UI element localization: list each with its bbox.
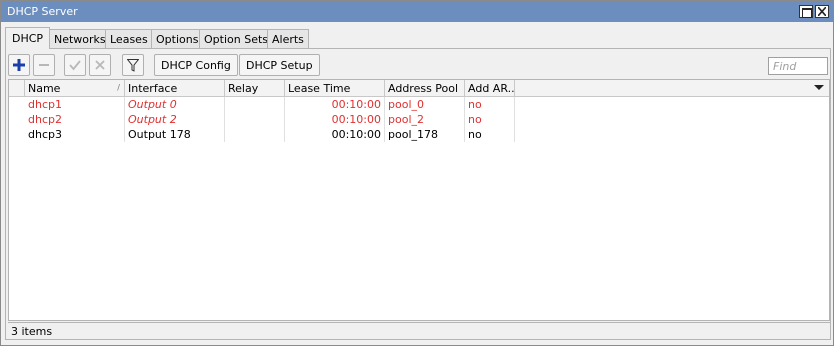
cell-lease-time: 00:10:00 (285, 97, 385, 112)
column-header-relay[interactable]: Relay (225, 80, 285, 97)
cell-interface: Output 178 (125, 127, 225, 142)
cell-address-pool: pool_178 (385, 127, 465, 142)
header-spacer (9, 80, 25, 97)
title-bar[interactable]: DHCP Server (1, 1, 833, 22)
cell-relay (225, 97, 285, 112)
x-icon (95, 60, 105, 70)
column-header-add-arp[interactable]: Add AR... (465, 80, 515, 97)
cell-name: dhcp3 (25, 127, 125, 142)
close-button[interactable] (815, 5, 829, 18)
column-header-interface[interactable]: Interface (125, 80, 225, 97)
dhcp-server-window: DHCP Server DHCP Networks Leases Options… (0, 0, 834, 346)
filter-button[interactable] (122, 54, 144, 76)
tab-leases[interactable]: Leases (105, 29, 153, 48)
cell-address-pool: pool_2 (385, 112, 465, 127)
cell-add-arp: no (465, 97, 515, 112)
server-table: Name / Interface Relay Lease Time Addres… (8, 79, 830, 321)
table-row[interactable]: dhcp2 Output 2 00:10:00 pool_2 no (9, 112, 829, 127)
cell-lease-time: 00:10:00 (285, 112, 385, 127)
add-button[interactable] (8, 54, 30, 76)
filter-icon (127, 59, 139, 72)
tab-dhcp[interactable]: DHCP (5, 27, 51, 49)
cell-interface: Output 0 (125, 97, 225, 112)
dhcp-setup-button[interactable]: DHCP Setup (239, 54, 320, 76)
restore-button[interactable] (799, 5, 813, 18)
chevron-down-icon (814, 85, 824, 90)
cell-lease-time: 00:10:00 (285, 127, 385, 142)
column-header-label: Name (28, 82, 61, 95)
cell-relay (225, 127, 285, 142)
table-row[interactable]: dhcp1 Output 0 00:10:00 pool_0 no (9, 97, 829, 112)
enable-button[interactable] (64, 54, 86, 76)
table-header: Name / Interface Relay Lease Time Addres… (9, 80, 829, 97)
minus-icon (39, 64, 49, 66)
table-row[interactable]: dhcp3 Output 178 00:10:00 pool_178 no (9, 127, 829, 142)
remove-button[interactable] (33, 54, 55, 76)
find-input[interactable] (768, 57, 828, 75)
cell-add-arp: no (465, 127, 515, 142)
window-title: DHCP Server (7, 5, 78, 18)
column-menu-button[interactable] (813, 81, 828, 96)
status-bar: 3 items (8, 322, 830, 339)
plus-icon (13, 59, 25, 71)
close-icon (818, 7, 826, 16)
tab-networks[interactable]: Networks (49, 29, 111, 48)
tab-alerts[interactable]: Alerts (267, 29, 309, 48)
column-header-lease-time[interactable]: Lease Time (285, 80, 385, 97)
cell-name: dhcp2 (25, 112, 125, 127)
dhcp-panel: DHCP Config DHCP Setup Name / Interface … (5, 48, 831, 340)
cell-relay (225, 112, 285, 127)
sort-indicator-icon: / (117, 83, 120, 92)
tab-options[interactable]: Options (151, 29, 204, 48)
cell-address-pool: pool_0 (385, 97, 465, 112)
column-header-address-pool[interactable]: Address Pool (385, 80, 465, 97)
column-header-name[interactable]: Name / (25, 80, 125, 97)
check-icon (69, 60, 81, 71)
disable-button[interactable] (89, 54, 111, 76)
item-count: 3 items (11, 325, 53, 338)
cell-name: dhcp1 (25, 97, 125, 112)
tab-option-sets[interactable]: Option Sets (199, 29, 274, 48)
cell-interface: Output 2 (125, 112, 225, 127)
dhcp-config-button[interactable]: DHCP Config (154, 54, 238, 76)
cell-add-arp: no (465, 112, 515, 127)
